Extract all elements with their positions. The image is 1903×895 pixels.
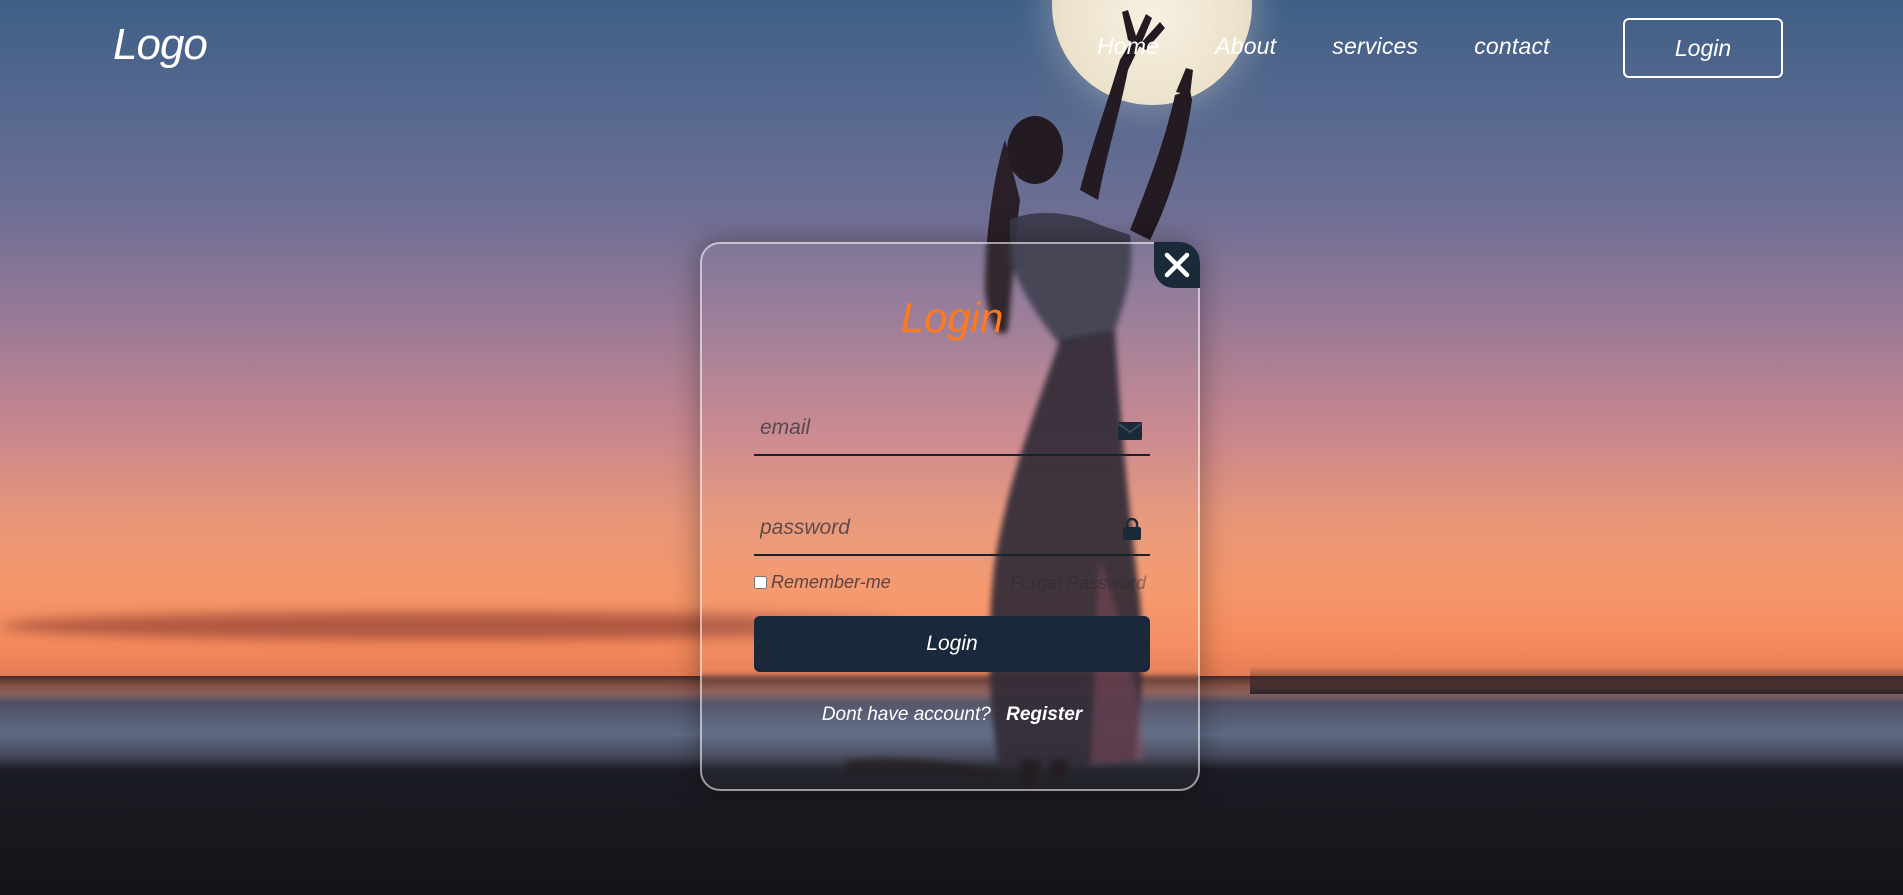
login-submit-button[interactable]: Login — [754, 616, 1150, 672]
remember-me[interactable]: Remember-me — [754, 572, 891, 593]
password-field-group — [754, 504, 1150, 556]
nav-about[interactable]: About — [1215, 33, 1276, 60]
modal-title: Login — [900, 294, 1004, 341]
register-link[interactable]: Register — [1006, 704, 1082, 725]
register-prompt: Dont have account? — [821, 704, 991, 725]
close-icon — [1164, 252, 1190, 278]
email-input[interactable] — [754, 404, 1110, 452]
page-background: Logo Home About services contact Login L… — [0, 0, 1903, 895]
remember-checkbox[interactable] — [754, 576, 767, 589]
nav-contact[interactable]: contact — [1474, 33, 1550, 60]
main-nav: Home About services contact — [1097, 33, 1550, 60]
login-modal: Login Remember-me Forget Password Login … — [700, 242, 1200, 791]
register-row: Dont have account? Register — [702, 704, 1202, 726]
password-input[interactable] — [754, 504, 1110, 552]
mail-icon — [1118, 422, 1142, 440]
nav-home[interactable]: Home — [1097, 33, 1159, 60]
close-button[interactable] — [1154, 242, 1200, 288]
header-login-button[interactable]: Login — [1623, 18, 1783, 78]
nav-services[interactable]: services — [1332, 33, 1418, 60]
remember-label: Remember-me — [771, 572, 891, 592]
lock-icon — [1123, 518, 1141, 540]
email-field-group — [754, 404, 1150, 456]
forgot-password-link[interactable]: Forget Password — [1010, 573, 1146, 594]
site-logo[interactable]: Logo — [113, 20, 208, 70]
